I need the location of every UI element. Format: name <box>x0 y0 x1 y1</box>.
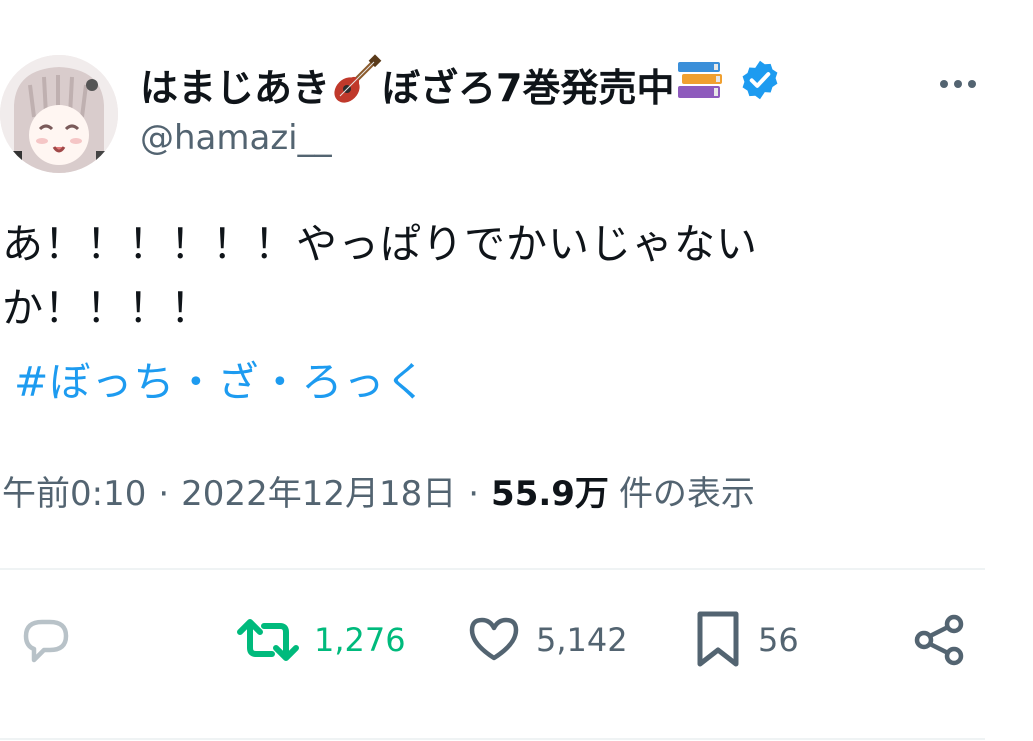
user-handle[interactable]: @hamazi__ <box>140 118 332 158</box>
avatar[interactable] <box>0 55 118 173</box>
display-name[interactable]: はまじあき ぼざろ7巻発売中 <box>140 53 782 115</box>
views-label: 件の表示 <box>618 474 755 514</box>
reply-button[interactable] <box>18 610 88 670</box>
tweet-detail: はまじあき ぼざろ7巻発売中 @hamazi__ あ！！！！！！やっぱりでかいじ… <box>0 0 1033 741</box>
tweet-text: あ！！！！！！やっぱりでかいじゃないか！！！！ <box>2 220 758 332</box>
like-count: 5,142 <box>536 621 628 659</box>
tweet-date[interactable]: 2022年12月18日 <box>181 466 456 515</box>
tweet-meta: 午前0:10 · 2022年12月18日 · 55.9万 件の表示 <box>2 466 755 515</box>
retweet-count: 1,276 <box>314 621 406 659</box>
books-emoji-icon <box>674 54 726 115</box>
meta-separator-2: · <box>468 474 480 514</box>
divider <box>0 568 985 570</box>
more-options-icon[interactable] <box>934 64 982 104</box>
share-icon <box>914 614 964 666</box>
guitar-emoji-icon <box>330 53 382 115</box>
views-count[interactable]: 55.9万 <box>491 466 609 515</box>
share-button[interactable] <box>912 610 968 670</box>
divider-bottom <box>0 738 985 740</box>
bookmark-count: 56 <box>758 621 799 659</box>
heart-icon <box>469 617 519 661</box>
retweet-button[interactable]: 1,276 <box>236 610 406 670</box>
retweet-icon <box>237 619 299 661</box>
avatar-image <box>0 55 118 173</box>
like-button[interactable]: 5,142 <box>466 610 628 670</box>
reply-icon <box>23 619 69 663</box>
meta-separator: · <box>158 474 170 514</box>
hashtag-link[interactable]: #ぼっち・ざ・ろっく <box>14 352 427 412</box>
display-name-text: はまじあき <box>140 65 331 110</box>
tweet-time[interactable]: 午前0:10 <box>2 466 146 515</box>
bookmark-button[interactable]: 56 <box>692 610 799 670</box>
display-name-text-2: ぼざろ7巻発売中 <box>382 65 675 110</box>
verified-badge-icon[interactable] <box>738 58 782 111</box>
bookmark-icon <box>697 611 739 667</box>
